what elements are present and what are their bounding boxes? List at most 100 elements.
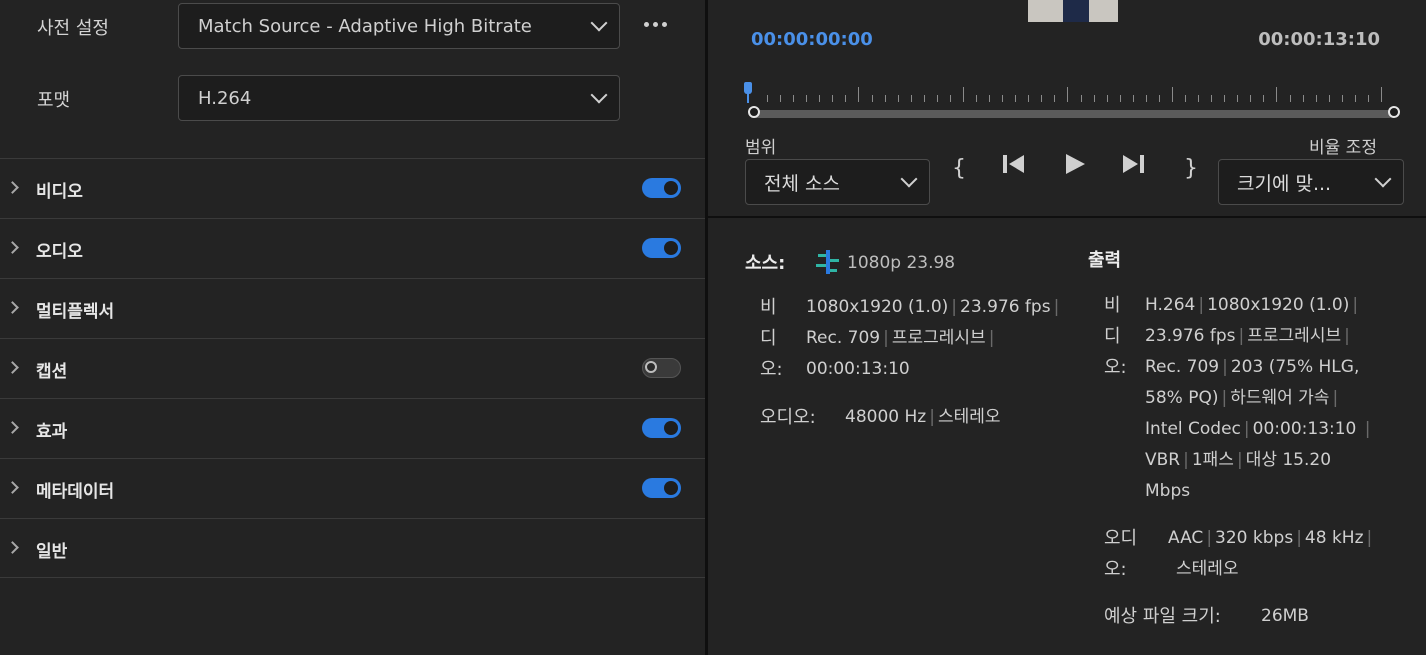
scale-value: 크기에 맞... — [1237, 172, 1332, 195]
captions-toggle[interactable] — [642, 358, 681, 378]
filesize-label: 예상 파일 크기: — [1104, 606, 1221, 627]
source-video-label-2: 디 — [760, 328, 777, 349]
format-value: H.264 — [198, 87, 252, 109]
preset-dropdown[interactable]: Match Source - Adaptive High Bitrate — [178, 3, 620, 49]
output-video-line-5: Intel Codec | 00:00:13:10 | — [1145, 419, 1371, 439]
section-multiplexer[interactable]: 멀티플렉서 — [0, 278, 705, 338]
mark-in-icon[interactable]: { — [952, 152, 966, 186]
chevron-right-icon — [6, 541, 19, 554]
source-video-line-3: 00:00:13:10 — [806, 359, 910, 379]
timeline-tick — [858, 87, 860, 102]
timeline-tick — [1237, 95, 1239, 102]
timeline-tick — [1106, 95, 1108, 102]
chevron-down-icon — [1374, 170, 1392, 188]
output-video-line-6: VBR | 1패스 | 대상 15.20 — [1145, 450, 1332, 470]
source-video-label-1: 비 — [760, 297, 777, 318]
source-video-line-2: Rec. 709 | 프로그레시브 | — [806, 328, 995, 348]
export-settings-panel: 사전 설정 Match Source - Adaptive High Bitra… — [0, 0, 705, 655]
timeline-tick — [976, 95, 978, 102]
timeline-tick — [1354, 95, 1356, 102]
section-label: 일반 — [36, 542, 68, 562]
timeline-tick — [845, 95, 847, 102]
output-video-line-3: Rec. 709 | 203 (75% HLG, — [1145, 357, 1360, 377]
section-video[interactable]: 비디오 — [0, 158, 705, 218]
timeline-tick — [1224, 95, 1226, 102]
section-metadata[interactable]: 메타데이터 — [0, 458, 705, 518]
format-label: 포맷 — [37, 90, 71, 111]
output-audio-line-1: AAC | 320 kbps | 48 kHz | — [1168, 528, 1373, 548]
effects-toggle[interactable] — [642, 418, 681, 438]
timeline-tick — [1198, 95, 1200, 102]
step-back-icon[interactable] — [1000, 152, 1026, 186]
timeline-tick — [1315, 95, 1317, 102]
section-audio[interactable]: 오디오 — [0, 218, 705, 278]
timeline-tick — [1158, 95, 1160, 102]
timeline-tick — [1093, 95, 1095, 102]
audio-toggle[interactable] — [642, 238, 681, 258]
chevron-right-icon — [6, 301, 19, 314]
timeline-tick — [949, 95, 951, 102]
timeline-tick — [793, 95, 795, 102]
output-video-label-3: 오: — [1104, 357, 1127, 378]
format-dropdown[interactable]: H.264 — [178, 75, 620, 121]
timeline-tick — [1328, 95, 1330, 102]
source-video-label-3: 오: — [760, 359, 783, 380]
chevron-right-icon — [6, 481, 19, 494]
timeline-tick — [806, 95, 808, 102]
output-title: 출력 — [1088, 250, 1122, 271]
timeline-tick — [1028, 95, 1030, 102]
timeline-tick — [897, 95, 899, 102]
timeline-tick — [936, 95, 938, 102]
timeline-tick — [1080, 95, 1082, 102]
metadata-toggle[interactable] — [642, 478, 681, 498]
timeline-tick — [884, 95, 886, 102]
section-label: 멀티플렉서 — [36, 302, 115, 322]
timecode-start[interactable]: 00:00:00:00 — [751, 29, 873, 50]
chevron-down-icon — [900, 170, 918, 188]
section-label: 메타데이터 — [36, 482, 115, 502]
timeline-track[interactable] — [753, 110, 1393, 118]
range-start-handle[interactable] — [748, 106, 760, 118]
timecode-end: 00:00:13:10 — [1258, 29, 1380, 50]
timeline-tick — [1054, 95, 1056, 102]
mark-out-icon[interactable]: } — [1184, 152, 1198, 186]
timeline-tick — [1367, 95, 1369, 102]
timeline-tick — [1119, 95, 1121, 102]
range-dropdown[interactable]: 전체 소스 — [745, 159, 930, 205]
section-general[interactable]: 일반 — [0, 518, 705, 578]
timeline-tick — [1250, 95, 1252, 102]
output-video-label-1: 비 — [1104, 295, 1121, 316]
section-label: 효과 — [36, 422, 68, 442]
section-effects[interactable]: 효과 — [0, 398, 705, 458]
preset-value: Match Source - Adaptive High Bitrate — [198, 15, 532, 37]
output-audio-line-2: 스테레오 — [1176, 559, 1239, 579]
step-forward-icon[interactable] — [1121, 152, 1147, 186]
transport-controls: { } — [948, 152, 1198, 186]
timeline-ruler[interactable] — [748, 82, 1400, 118]
timeline-tick — [1302, 95, 1304, 102]
timeline-tick — [1002, 95, 1004, 102]
chevron-right-icon — [6, 421, 19, 434]
source-info-icon — [815, 250, 841, 278]
timeline-tick — [1380, 87, 1382, 102]
timeline-tick — [1132, 95, 1134, 102]
output-audio-label-2: 오: — [1104, 559, 1127, 580]
timeline-tick — [871, 95, 873, 102]
source-audio-line: 48000 Hz | 스테레오 — [845, 407, 1001, 427]
video-toggle[interactable] — [642, 178, 681, 198]
timeline-tick — [910, 95, 912, 102]
section-label: 캡션 — [36, 362, 68, 382]
timeline-tick — [1341, 95, 1343, 102]
filesize-value: 26MB — [1261, 606, 1309, 626]
scale-dropdown[interactable]: 크기에 맞... — [1218, 159, 1404, 205]
section-label: 오디오 — [36, 242, 83, 262]
timeline-tick — [1015, 95, 1017, 102]
range-end-handle[interactable] — [1388, 106, 1400, 118]
timeline-tick — [923, 95, 925, 102]
play-icon[interactable] — [1064, 152, 1086, 186]
more-icon[interactable] — [644, 22, 667, 27]
section-captions[interactable]: 캡션 — [0, 338, 705, 398]
settings-sections: 비디오 오디오 멀티플렉서 캡션 효과 메타데이터 일반 — [0, 158, 705, 578]
timeline-tick — [767, 95, 769, 102]
source-audio-label: 오디오: — [760, 407, 816, 428]
